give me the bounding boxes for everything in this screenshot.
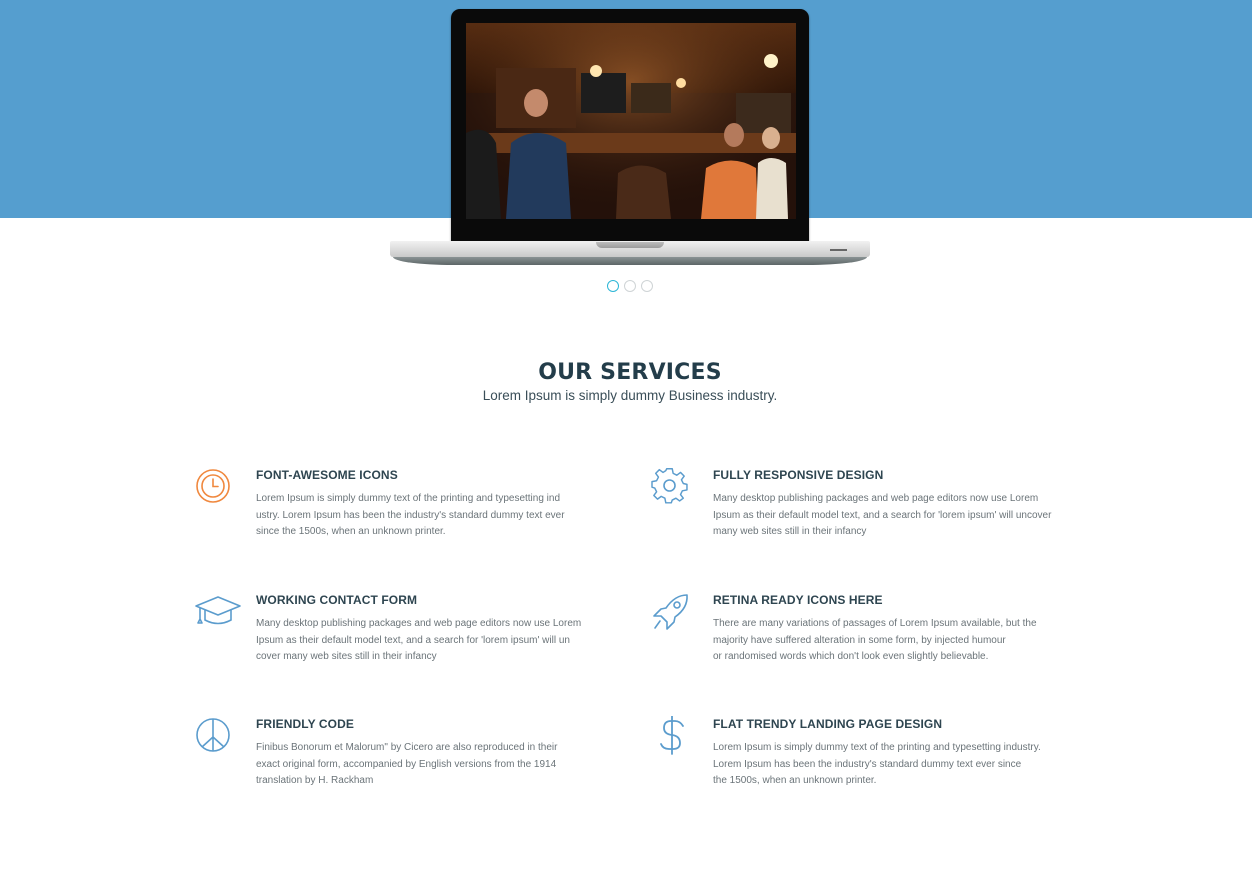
gear-icon [651, 467, 691, 507]
slider-pagination [607, 280, 653, 292]
slider-dot-3[interactable] [641, 280, 653, 292]
hero-slide-image [466, 23, 796, 219]
clock-icon [194, 467, 234, 507]
service-description: Lorem Ipsum is simply dummy text of the … [713, 742, 1041, 786]
service-description: Many desktop publishing packages and web… [256, 618, 582, 662]
service-description: Finibus Bonorum et Malorum" by Cicero ar… [256, 742, 558, 786]
dollar-icon [651, 716, 691, 756]
services-subtitle: Lorem Ipsum is simply dummy Business ind… [482, 388, 778, 403]
slider-dot-2[interactable] [624, 280, 636, 292]
service-description: Many desktop publishing packages and web… [713, 493, 1052, 537]
peace-icon [194, 716, 234, 756]
service-description: Lorem Ipsum is simply dummy text of the … [256, 493, 565, 537]
service-title: FULLY RESPONSIVE DESIGN [713, 468, 884, 482]
service-title: FRIENDLY CODE [256, 717, 354, 731]
laptop-foot [393, 257, 867, 265]
service-description: There are many variations of passages of… [713, 618, 1037, 662]
service-title: WORKING CONTACT FORM [256, 593, 418, 607]
laptop-notch [596, 242, 664, 248]
service-title: RETINA READY ICONS HERE [713, 593, 883, 607]
service-title: FLAT TRENDY LANDING PAGE DESIGN [713, 717, 943, 731]
laptop-screen-frame [451, 9, 809, 245]
services-title: OUR SERVICES [538, 360, 722, 385]
rocket-icon [651, 592, 691, 632]
service-title: FONT-AWESOME ICONS [256, 468, 398, 482]
laptop-led [830, 249, 847, 251]
graduation-cap-icon [194, 592, 241, 632]
slider-dot-1[interactable] [607, 280, 619, 292]
cafe-photo [466, 23, 796, 219]
